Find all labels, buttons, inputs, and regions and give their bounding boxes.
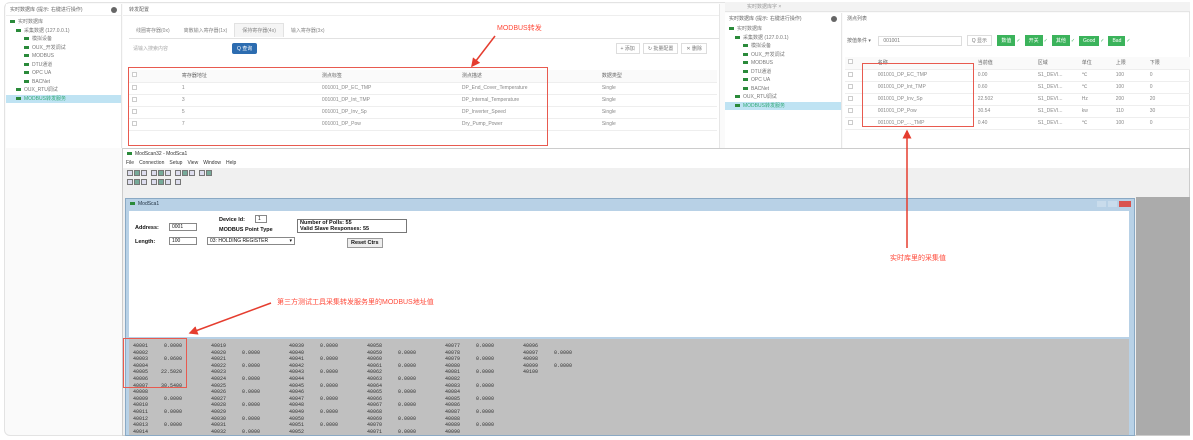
arrow-icon: [471, 35, 496, 68]
annotation-arrows: [188, 35, 912, 335]
arrow-icon: [188, 302, 272, 335]
